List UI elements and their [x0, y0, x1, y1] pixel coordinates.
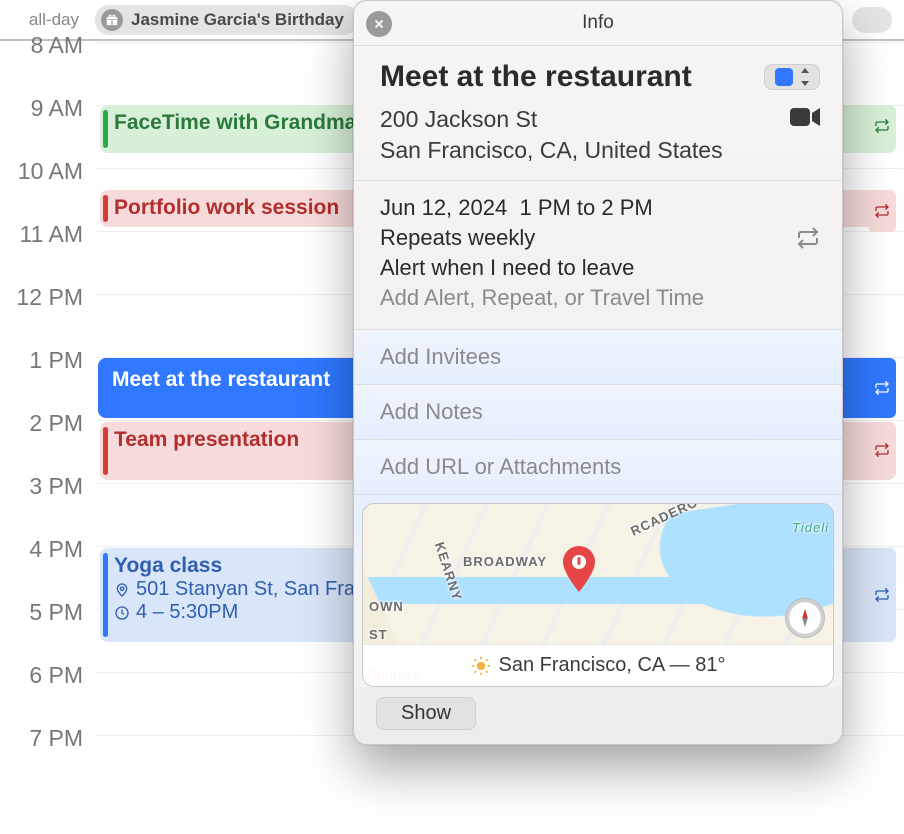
hour-label: 5 PM [0, 599, 83, 626]
event-title: FaceTime with Grandma [114, 111, 356, 134]
event-stub[interactable] [868, 548, 896, 642]
add-notes[interactable]: Add Notes [354, 384, 842, 439]
popover-footer: Show [354, 687, 842, 744]
sun-icon [471, 656, 491, 676]
event-datetime[interactable]: Jun 12, 2024 1 PM to 2 PM [380, 195, 820, 221]
all-day-event-title: Jasmine Garcia's Birthday [131, 10, 344, 30]
hour-label: 12 PM [0, 284, 83, 311]
add-url-attachments[interactable]: Add URL or Attachments [354, 439, 842, 494]
location-map[interactable]: BROADWAY KEARNY OWN ST RCADERO Tideli Ch… [362, 503, 834, 687]
event-alert[interactable]: Alert when I need to leave [380, 255, 820, 281]
hour-label: 6 PM [0, 662, 83, 689]
hour-label: 11 AM [0, 221, 83, 248]
map-weather-strip: San Francisco, CA — 81° [363, 644, 833, 686]
show-button[interactable]: Show [376, 697, 476, 730]
street-label: OWN [369, 599, 404, 614]
hour-label: 8 AM [0, 32, 83, 59]
event-stub[interactable] [868, 422, 896, 478]
street-label: Tideli [792, 520, 829, 535]
timing-section: Jun 12, 2024 1 PM to 2 PM Repeats weekly… [354, 180, 842, 329]
hour-label: 1 PM [0, 347, 83, 374]
map-pin-icon [561, 546, 597, 582]
map-weather-text: San Francisco, CA — 81° [499, 654, 726, 677]
repeat-icon [796, 226, 820, 250]
gift-icon [101, 9, 123, 31]
event-stub[interactable] [868, 105, 896, 147]
event-title: Team presentation [114, 428, 299, 451]
video-call-button[interactable] [790, 106, 820, 128]
hour-label: 3 PM [0, 473, 83, 500]
calendar-picker[interactable] [764, 64, 820, 90]
event-repeat[interactable]: Repeats weekly [380, 225, 535, 251]
event-stub[interactable] [868, 358, 896, 418]
event-title-field[interactable]: Meet at the restaurant [380, 60, 692, 94]
event-time: 4 – 5:30PM [136, 601, 238, 624]
hour-label: 10 AM [0, 158, 83, 185]
close-button[interactable] [366, 11, 392, 37]
popover-title: Info [582, 12, 614, 34]
event-info-popover: Info Meet at the restaurant 200 Jackson … [353, 0, 843, 745]
hour-label: 9 AM [0, 95, 83, 122]
add-alert-repeat-travel[interactable]: Add Alert, Repeat, or Travel Time [380, 285, 820, 311]
hour-label: 7 PM [0, 725, 83, 752]
clock-icon [114, 605, 130, 621]
map-section: BROADWAY KEARNY OWN ST RCADERO Tideli Ch… [354, 494, 842, 687]
location-pin-icon [114, 582, 130, 598]
all-day-overflow-chip[interactable] [852, 7, 892, 33]
event-stub[interactable] [868, 190, 896, 232]
popover-header: Info [354, 1, 842, 45]
add-invitees[interactable]: Add Invitees [354, 329, 842, 384]
event-title: Portfolio work session [114, 196, 339, 219]
calendar-color-swatch [775, 68, 793, 86]
event-title: Meet at the restaurant [112, 368, 330, 391]
all-day-event-chip[interactable]: Jasmine Garcia's Birthday [95, 5, 358, 35]
hour-label: 2 PM [0, 410, 83, 437]
street-label: ST [369, 627, 388, 642]
street-label: KEARNY [432, 540, 465, 603]
chevron-up-down-icon [799, 68, 811, 86]
all-day-label: all-day [0, 10, 95, 30]
street-label: BROADWAY [463, 554, 547, 569]
event-location-field[interactable]: 200 Jackson St San Francisco, CA, United… [380, 104, 723, 166]
hour-label: 4 PM [0, 536, 83, 563]
compass-icon[interactable] [785, 598, 825, 638]
